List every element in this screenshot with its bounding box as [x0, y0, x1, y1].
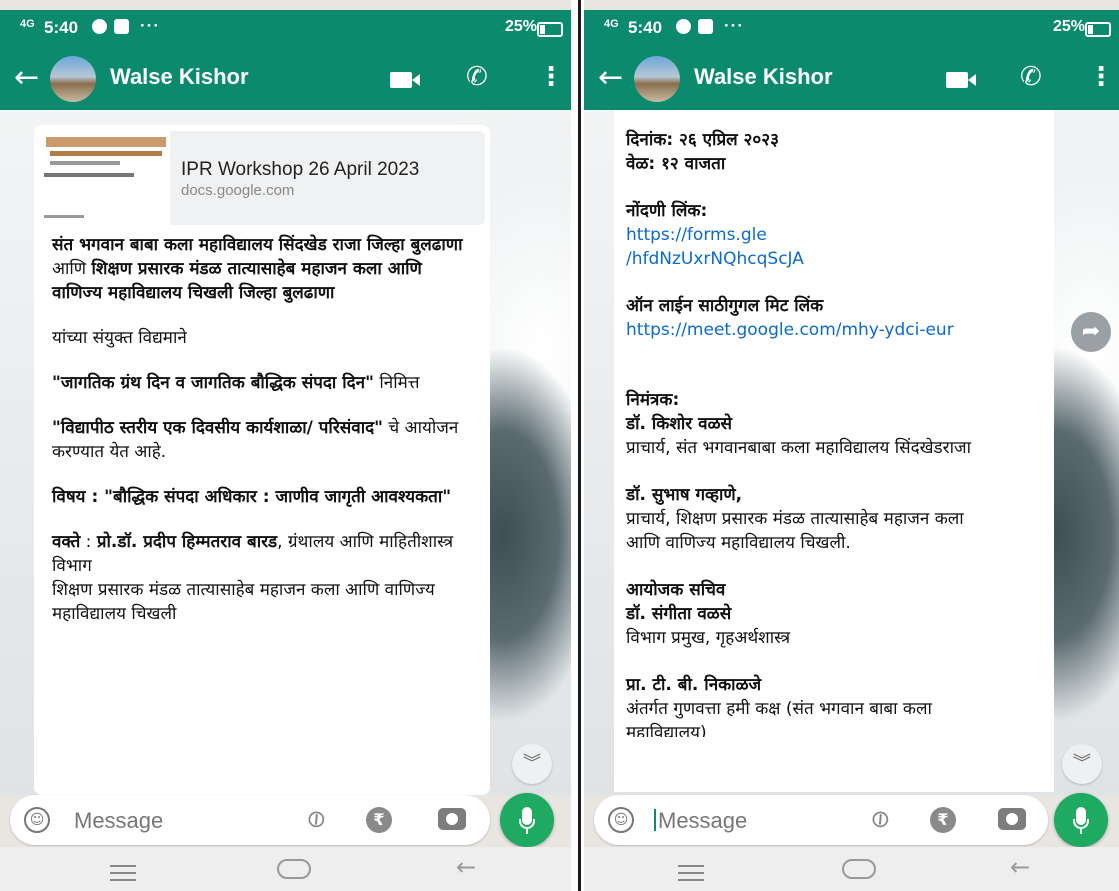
recent-apps-icon[interactable] — [110, 865, 136, 886]
online-label: ऑन लाईन साठीगुगल मिट लिंक — [626, 296, 824, 316]
home-icon[interactable] — [842, 859, 876, 879]
recent-apps-icon[interactable] — [678, 865, 704, 886]
arrow-left-icon[interactable]: ← — [14, 60, 39, 95]
signal-icon: 4G — [20, 18, 35, 30]
video-call-icon[interactable] — [946, 72, 976, 88]
message-input[interactable]: Message — [654, 808, 747, 834]
chevron-down-icon[interactable]: ︾ — [512, 744, 552, 784]
avatar[interactable] — [634, 56, 680, 102]
inviter-description: प्राचार्य, शिक्षण प्रसारक मंडळ तात्यासाह… — [626, 509, 964, 553]
chat-header: ← Walse Kishor ✆ ⋮ — [0, 48, 571, 110]
forward-icon[interactable]: ➦ — [1071, 312, 1111, 352]
left-screenshot: 4G 5:40 ··· 25% ← Walse Kishor ✆ ⋮ IPR W… — [0, 0, 571, 891]
inviter-label: निमंत्रक: — [626, 390, 680, 410]
status-bar: 4G 5:40 ··· 25% — [0, 10, 571, 48]
text-caret — [654, 809, 656, 831]
battery-percent: 25% — [504, 18, 537, 35]
notification-icon — [92, 19, 107, 34]
more-notifications-icon: ··· — [724, 16, 744, 35]
secretary-description: विभाग प्रमुख, गृहअर्थशास्त्र — [626, 628, 791, 648]
avatar[interactable] — [50, 56, 96, 102]
notification-icon — [698, 19, 713, 34]
message-composer[interactable]: ☺ Message ⊘ ₹ — [10, 795, 490, 845]
kebab-icon[interactable]: ⋮ — [538, 62, 564, 92]
right-screenshot: 4G 5:40 ··· 25% ← Walse Kishor ✆ ⋮ दिनां… — [584, 0, 1119, 891]
camera-icon[interactable] — [998, 808, 1026, 830]
registration-link[interactable]: https://forms.gle/hfdNzUxrNQhcqScJA — [626, 223, 1051, 271]
message-bubble[interactable]: IPR Workshop 26 April 2023 docs.google.c… — [34, 125, 490, 795]
message-bubble[interactable]: दिनांक: २६ एप्रिल २०२३ वेळ: १२ वाजता नों… — [614, 110, 1054, 792]
back-nav-icon[interactable]: ← — [456, 853, 476, 881]
battery-icon — [1085, 22, 1111, 37]
back-nav-icon[interactable]: ← — [1010, 853, 1030, 881]
message-paragraph: वक्ते : प्रो.डॉ. प्रदीप हिम्मतराव बारड, … — [52, 532, 454, 624]
member-name: प्रा. टी. बी. निकाळजे — [626, 675, 762, 695]
status-time: 5:40 — [44, 18, 79, 37]
arrow-left-icon[interactable]: ← — [598, 60, 623, 95]
more-notifications-icon: ··· — [140, 16, 160, 35]
notification-icon — [676, 19, 691, 34]
system-nav-bar: ← — [584, 847, 1119, 891]
divider — [578, 0, 581, 891]
battery-percent: 25% — [1052, 18, 1085, 35]
notification-icon — [114, 19, 129, 34]
signal-icon: 4G — [604, 18, 619, 30]
preview-host: docs.google.com — [181, 182, 295, 199]
message-paragraph: विषय : "बौद्धिक संपदा अधिकार : जाणीव जाग… — [52, 487, 452, 507]
meet-link[interactable]: https://meet.google.com/mhy-ydci-eur — [626, 318, 1051, 342]
video-call-icon[interactable] — [390, 72, 420, 88]
preview-thumbnail — [42, 131, 170, 225]
message-paragraph: यांच्या संयुक्त विद्यमाने — [52, 328, 187, 348]
rupee-icon[interactable]: ₹ — [930, 807, 956, 833]
chevron-down-icon[interactable]: ︾ — [1062, 744, 1102, 784]
contact-name[interactable]: Walse Kishor — [110, 64, 249, 90]
phone-icon[interactable]: ✆ — [1020, 62, 1042, 92]
emoji-icon[interactable]: ☺ — [24, 807, 50, 833]
registration-label: नोंदणी लिंक: — [626, 201, 708, 221]
message-composer[interactable]: ☺ Message ⊘ ₹ — [594, 795, 1048, 845]
mic-button[interactable] — [1054, 793, 1108, 847]
inviter-description: प्राचार्य, संत भगवानबाबा कला महाविद्यालय… — [626, 438, 972, 458]
message-paragraph: संत भगवान बाबा कला महाविद्यालय सिंदखेड र… — [52, 235, 463, 303]
battery-icon — [537, 22, 563, 37]
emoji-icon[interactable]: ☺ — [608, 807, 634, 833]
contact-name[interactable]: Walse Kishor — [694, 64, 833, 90]
member-description: अंतर्गत गुणवत्ता हमी कक्ष (संत भगवान बाब… — [626, 699, 932, 737]
phone-icon[interactable]: ✆ — [466, 62, 488, 92]
camera-icon[interactable] — [438, 808, 466, 830]
event-time: वेळ: १२ वाजता — [626, 154, 726, 174]
status-time: 5:40 — [628, 18, 663, 37]
paperclip-icon[interactable]: ⊘ — [863, 802, 896, 836]
home-icon[interactable] — [277, 859, 311, 879]
inviter-name: डॉ. सुभाष गव्हाणे, — [626, 485, 743, 505]
system-nav-bar: ← — [0, 847, 571, 891]
rupee-icon[interactable]: ₹ — [366, 807, 392, 833]
status-bar: 4G 5:40 ··· 25% — [584, 10, 1119, 48]
mic-button[interactable] — [500, 793, 554, 847]
secretary-name: डॉ. संगीता वळसे — [626, 604, 732, 624]
message-input[interactable]: Message — [74, 808, 163, 834]
secretary-label: आयोजक सचिव — [626, 580, 726, 600]
message-paragraph: "विद्यापीठ स्तरीय एक दिवसीय कार्यशाळा/ प… — [52, 418, 459, 462]
inviter-name: डॉ. किशोर वळसे — [626, 414, 733, 434]
paperclip-icon[interactable]: ⊘ — [299, 802, 332, 836]
chat-header: ← Walse Kishor ✆ ⋮ — [584, 48, 1119, 110]
link-preview[interactable]: IPR Workshop 26 April 2023 docs.google.c… — [42, 131, 485, 225]
kebab-icon[interactable]: ⋮ — [1088, 62, 1114, 92]
message-paragraph: "जागतिक ग्रंथ दिन व जागतिक बौद्धिक संपदा… — [52, 373, 420, 393]
event-date: दिनांक: २६ एप्रिल २०२३ — [626, 130, 779, 150]
preview-title: IPR Workshop 26 April 2023 — [181, 159, 420, 180]
